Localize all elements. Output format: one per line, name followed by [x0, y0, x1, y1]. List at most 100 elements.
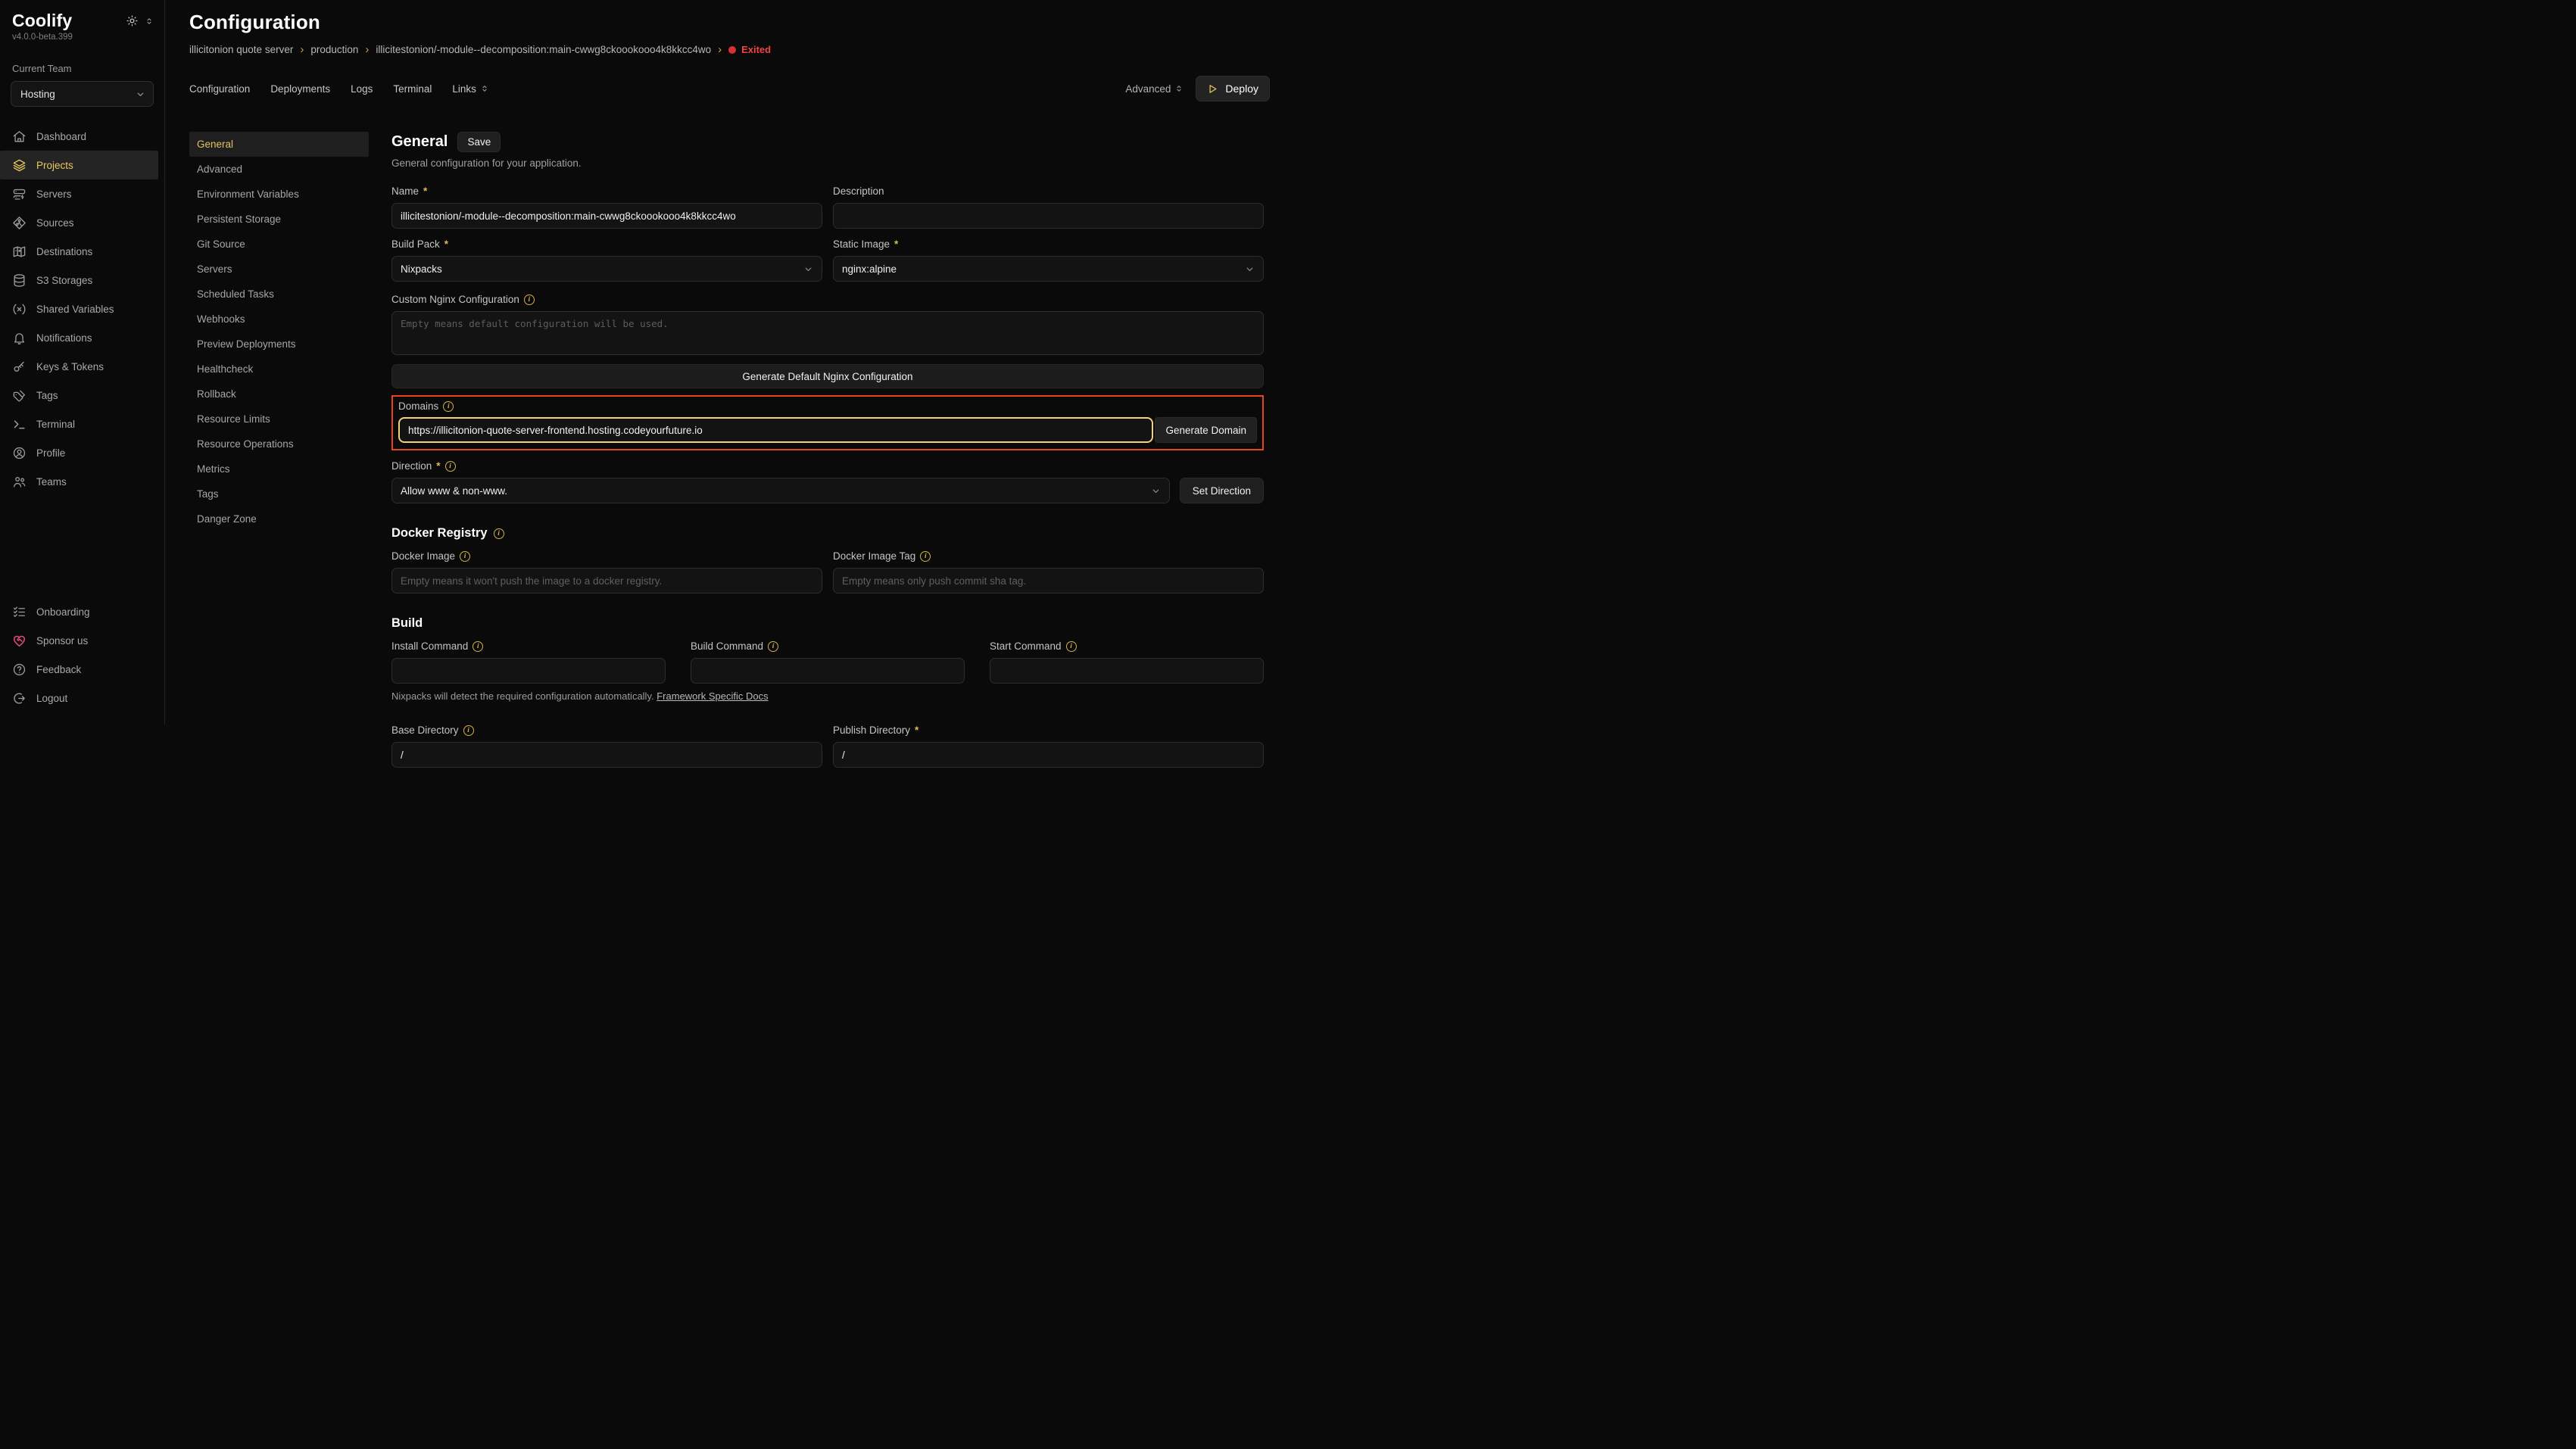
info-icon[interactable]: i [1066, 641, 1077, 652]
sidebar-item-tags[interactable]: Tags [0, 381, 158, 410]
subnav-general[interactable]: General [189, 132, 369, 157]
info-icon[interactable]: i [524, 294, 535, 305]
map-icon [12, 245, 27, 259]
subnav-persistent-storage[interactable]: Persistent Storage [189, 207, 369, 232]
sidebar-item-notifications[interactable]: Notifications [0, 323, 158, 352]
subnav-danger-zone[interactable]: Danger Zone [189, 506, 369, 531]
sidebar-item-sources[interactable]: Sources [0, 208, 158, 237]
subnav-preview-deployments[interactable]: Preview Deployments [189, 332, 369, 357]
sidebar-item-dashboard[interactable]: Dashboard [0, 122, 158, 151]
publish-directory-label: Publish Directory* [833, 724, 1264, 736]
docker-image-label: Docker Imagei [391, 550, 822, 562]
subnav-advanced[interactable]: Advanced [189, 157, 369, 182]
name-input[interactable] [391, 203, 822, 229]
tags-icon [12, 388, 27, 403]
sidebar-item-keys-tokens[interactable]: Keys & Tokens [0, 352, 158, 381]
static-image-select[interactable]: nginx:alpine [833, 256, 1264, 282]
docker-image-tag-input[interactable] [833, 568, 1264, 594]
sidebar-item-logout[interactable]: Logout [0, 684, 158, 712]
sidebar-item-feedback[interactable]: Feedback [0, 655, 158, 684]
help-circle-icon [12, 662, 27, 677]
checklist-icon [12, 605, 27, 619]
info-icon[interactable]: i [920, 551, 931, 562]
logout-icon [12, 691, 27, 706]
theme-switcher-chevrons-icon[interactable] [145, 16, 154, 26]
base-directory-input[interactable] [391, 742, 822, 768]
sidebar-item-destinations[interactable]: Destinations [0, 237, 158, 266]
info-icon[interactable]: i [472, 641, 483, 652]
required-marker: * [444, 238, 448, 250]
info-icon[interactable]: i [494, 528, 504, 539]
subnav-tags[interactable]: Tags [189, 481, 369, 506]
subnav-webhooks[interactable]: Webhooks [189, 307, 369, 332]
tab-logs[interactable]: Logs [351, 83, 373, 95]
docker-image-input[interactable] [391, 568, 822, 594]
sidebar-item-shared-variables[interactable]: Shared Variables [0, 294, 158, 323]
sidebar-item-profile[interactable]: Profile [0, 438, 158, 467]
subnav-metrics[interactable]: Metrics [189, 457, 369, 481]
info-icon[interactable]: i [768, 641, 778, 652]
start-command-input[interactable] [990, 658, 1264, 684]
info-icon[interactable]: i [443, 401, 454, 412]
theme-sun-icon[interactable] [126, 14, 139, 27]
save-button[interactable]: Save [457, 132, 501, 152]
chevron-down-icon [1245, 264, 1255, 274]
sidebar-item-teams[interactable]: Teams [0, 467, 158, 496]
subnav-git-source[interactable]: Git Source [189, 232, 369, 257]
subnav-environment-variables[interactable]: Environment Variables [189, 182, 369, 207]
section-title-general: General [391, 133, 448, 151]
tab-configuration[interactable]: Configuration [189, 83, 250, 95]
tab-deployments[interactable]: Deployments [270, 83, 330, 95]
sidebar-item-terminal[interactable]: Terminal [0, 410, 158, 438]
breadcrumb-application[interactable]: illicitestonion/-module--decomposition:m… [376, 44, 711, 55]
set-direction-button[interactable]: Set Direction [1180, 478, 1264, 503]
info-icon[interactable]: i [460, 551, 470, 562]
play-icon [1207, 83, 1218, 95]
parentheses-x-icon [12, 302, 27, 316]
subnav-resource-operations[interactable]: Resource Operations [189, 432, 369, 457]
info-icon[interactable]: i [445, 461, 456, 472]
build-command-input[interactable] [691, 658, 965, 684]
subnav-healthcheck[interactable]: Healthcheck [189, 357, 369, 382]
status-dot-icon [728, 46, 736, 54]
build-pack-select[interactable]: Nixpacks [391, 256, 822, 282]
install-command-input[interactable] [391, 658, 666, 684]
info-icon[interactable]: i [463, 725, 474, 736]
tab-links[interactable]: Links [452, 83, 489, 95]
direction-select[interactable]: Allow www & non-www. [391, 478, 1170, 503]
build-command-label: Build Commandi [691, 640, 965, 652]
breadcrumb-separator: › [718, 44, 722, 55]
advanced-menu[interactable]: Advanced [1125, 83, 1184, 95]
deploy-button[interactable]: Deploy [1196, 76, 1270, 101]
tab-terminal[interactable]: Terminal [393, 83, 432, 95]
heart-handshake-icon [12, 634, 27, 648]
config-subnav: General Advanced Environment Variables P… [189, 132, 369, 724]
breadcrumb-project[interactable]: illicitonion quote server [189, 44, 293, 55]
publish-directory-input[interactable] [833, 742, 1264, 768]
docker-image-tag-label: Docker Image Tagi [833, 550, 1264, 562]
framework-docs-link[interactable]: Framework Specific Docs [656, 690, 768, 702]
direction-label: Direction*i [391, 460, 1264, 472]
subnav-scheduled-tasks[interactable]: Scheduled Tasks [189, 282, 369, 307]
subnav-rollback[interactable]: Rollback [189, 382, 369, 407]
domains-input[interactable] [398, 417, 1153, 443]
sidebar-item-servers[interactable]: Servers [0, 179, 158, 208]
sidebar-item-sponsor-us[interactable]: Sponsor us [0, 626, 158, 655]
home-icon [12, 129, 27, 144]
breadcrumb-environment[interactable]: production [310, 44, 358, 55]
subnav-servers[interactable]: Servers [189, 257, 369, 282]
required-marker: * [436, 460, 440, 472]
chevron-down-icon [1151, 486, 1161, 496]
custom-nginx-textarea[interactable] [391, 311, 1264, 355]
chevron-down-icon [803, 264, 813, 274]
generate-nginx-button[interactable]: Generate Default Nginx Configuration [391, 364, 1264, 388]
sidebar-item-onboarding[interactable]: Onboarding [0, 597, 158, 626]
section-subtitle: General configuration for your applicati… [391, 157, 1264, 169]
subnav-resource-limits[interactable]: Resource Limits [189, 407, 369, 432]
generate-domain-button[interactable]: Generate Domain [1155, 417, 1257, 443]
team-select[interactable]: Hosting [11, 81, 154, 107]
sidebar-item-s3-storages[interactable]: S3 Storages [0, 266, 158, 294]
base-directory-label: Base Directoryi [391, 724, 822, 736]
sidebar-item-projects[interactable]: Projects [0, 151, 158, 179]
description-input[interactable] [833, 203, 1264, 229]
